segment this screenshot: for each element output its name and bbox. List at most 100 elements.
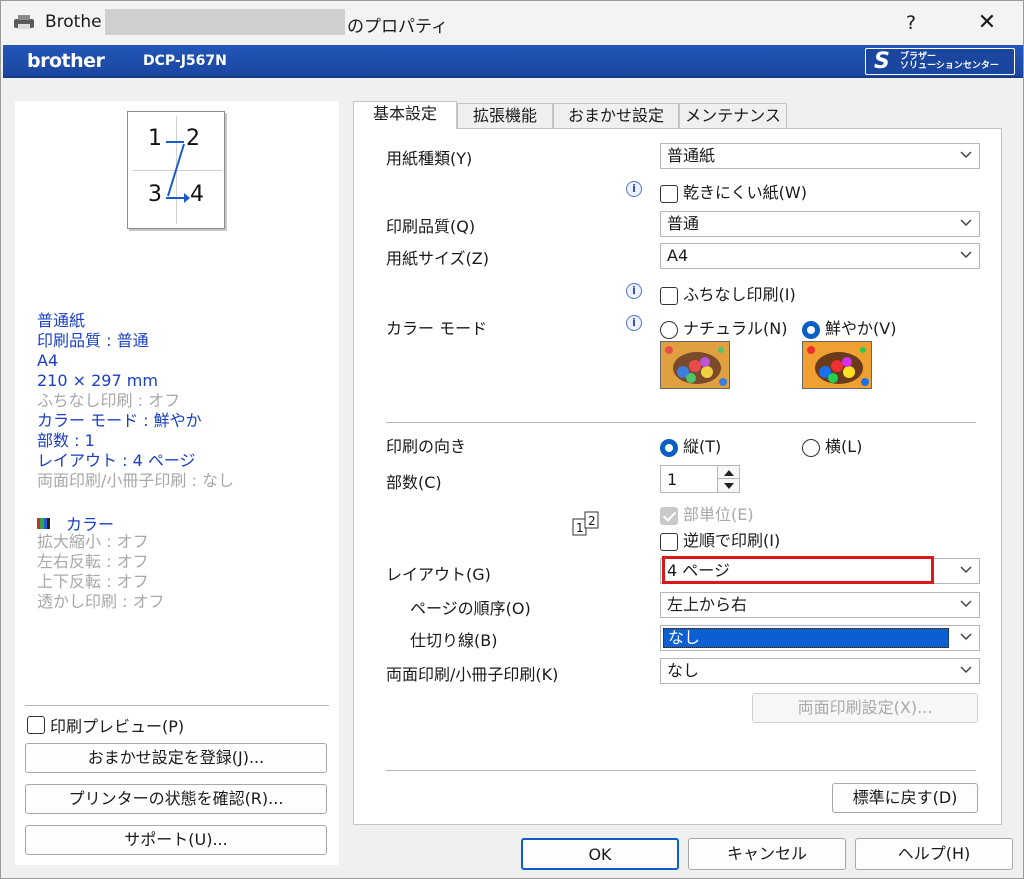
summary-color-mode: カラー モード : 鮮やか (37, 411, 202, 430)
collate-icon: 1 2 (572, 511, 599, 536)
borderless-checkbox[interactable] (660, 286, 678, 305)
spin-up-button[interactable] (717, 466, 739, 479)
collate-option[interactable]: 部単位(E) (660, 501, 754, 525)
solution-center-label-2: ソリューションセンター (900, 61, 999, 71)
left-divider (25, 705, 329, 706)
svg-text:2: 2 (588, 514, 596, 528)
tab-presets[interactable]: おまかせ設定 (553, 103, 679, 129)
printer-properties-dialog: Brothe のプロパティ ? ✕ brother DCP-J567N S ブラ… (0, 0, 1024, 879)
duplex-value: なし (667, 661, 700, 680)
paper-size-select[interactable]: A4 (660, 243, 980, 269)
chevron-down-icon (960, 251, 972, 259)
print-preview-checkbox[interactable] (27, 716, 45, 734)
landscape-radio[interactable] (802, 438, 820, 457)
help-button[interactable]: ヘルプ(H) (855, 838, 1013, 870)
copies-value: 1 (667, 470, 678, 489)
brand-bar: brother DCP-J567N S ブラザー ソリューションセンター (3, 45, 1023, 78)
page-order-value: 左上から右 (667, 595, 748, 614)
summary-watermark: 透かし印刷 : オフ (37, 592, 165, 611)
printer-status-button[interactable]: プリンターの状態を確認(R)... (25, 784, 327, 814)
bottom-divider (386, 770, 976, 771)
duplex-settings-button[interactable]: 両面印刷設定(X)... (752, 693, 978, 723)
info-icon[interactable]: i (626, 283, 642, 299)
summary-paper-type: 普通紙 (37, 311, 86, 330)
landscape-option[interactable]: 横(L) (802, 433, 862, 457)
summary-copies: 部数 : 1 (37, 431, 95, 450)
paper-type-select[interactable]: 普通紙 (660, 143, 980, 169)
page-order-label: ページの順序(O) (410, 599, 531, 618)
print-preview-label: 印刷プレビュー(P) (50, 717, 185, 736)
info-icon[interactable]: i (626, 181, 642, 197)
copies-spinner[interactable]: 1 (660, 465, 740, 493)
summary-quality: 印刷品質 : 普通 (37, 331, 149, 350)
summary-scaling: 拡大縮小 : オフ (37, 532, 149, 551)
natural-label: ナチュラル(N) (683, 319, 788, 338)
info-icon[interactable]: i (626, 315, 642, 331)
reverse-order-option[interactable]: 逆順で印刷(I) (660, 527, 780, 551)
vivid-option[interactable]: 鮮やか(V) (802, 315, 896, 339)
collate-checkbox[interactable] (660, 506, 678, 525)
settings-summary-panel: 1 2 3 4 普通紙 印刷品質 : 普通 A4 210 × 297 mm ふち… (15, 101, 339, 865)
reverse-order-checkbox[interactable] (660, 532, 678, 551)
paper-type-value: 普通紙 (667, 146, 716, 165)
border-line-select[interactable]: なし (660, 625, 980, 651)
vivid-sample-image (802, 341, 872, 389)
copies-label: 部数(C) (386, 473, 442, 492)
portrait-radio[interactable] (660, 438, 678, 457)
printer-icon (14, 15, 34, 29)
highlight-box (662, 556, 934, 584)
basic-settings-panel: 用紙種類(Y) 普通紙 i 乾きにくい紙(W) 印刷品質(Q) 普通 用紙サイズ… (353, 128, 1002, 825)
page-order-select[interactable]: 左上から右 (660, 592, 980, 618)
paper-type-label: 用紙種類(Y) (386, 149, 473, 168)
summary-dimensions: 210 × 297 mm (37, 371, 158, 390)
natural-sample-image (660, 341, 730, 389)
quality-value: 普通 (667, 214, 700, 233)
triangle-down-icon (724, 483, 734, 489)
summary-borderless: ふちなし印刷 : オフ (37, 391, 181, 410)
redacted-printer-name (105, 9, 345, 35)
portrait-option[interactable]: 縦(T) (660, 433, 721, 457)
help-title-button[interactable]: ? (899, 9, 923, 37)
cancel-button[interactable]: キャンセル (688, 838, 846, 870)
spin-down-button[interactable] (717, 479, 739, 492)
close-button[interactable]: ✕ (967, 7, 1007, 39)
vivid-radio[interactable] (802, 320, 820, 339)
summary-list: 普通紙 印刷品質 : 普通 A4 210 × 297 mm ふちなし印刷 : オ… (37, 311, 234, 491)
solution-center-button[interactable]: S ブラザー ソリューションセンター (865, 48, 1015, 75)
quality-label: 印刷品質(Q) (386, 217, 476, 236)
summary-paper-size: A4 (37, 351, 59, 370)
natural-option[interactable]: ナチュラル(N) (660, 315, 787, 339)
color-swatch-icon (37, 517, 50, 529)
slow-dry-option[interactable]: 乾きにくい紙(W) (660, 179, 807, 203)
tab-advanced[interactable]: 拡張機能 (457, 103, 553, 129)
quality-select[interactable]: 普通 (660, 211, 980, 237)
color-mode-label: カラー モード (386, 319, 488, 338)
ok-button[interactable]: OK (521, 838, 679, 870)
section-divider (386, 422, 976, 423)
summary-duplex: 両面印刷/小冊子印刷 : なし (37, 471, 234, 490)
landscape-label: 横(L) (825, 437, 863, 456)
orientation-label: 印刷の向き (386, 437, 467, 456)
summary-mirror: 左右反転 : オフ (37, 552, 149, 571)
tab-maintenance[interactable]: メンテナンス (679, 103, 787, 129)
slow-dry-label: 乾きにくい紙(W) (683, 183, 807, 202)
duplex-select[interactable]: なし (660, 658, 980, 684)
summary-reverse: 上下反転 : オフ (37, 572, 149, 591)
svg-text:1: 1 (576, 521, 584, 535)
border-line-label: 仕切り線(B) (410, 631, 498, 650)
register-preset-button[interactable]: おまかせ設定を登録(J)... (25, 743, 327, 773)
print-preview-option[interactable]: 印刷プレビュー(P) (27, 713, 184, 737)
chevron-down-icon (960, 633, 972, 641)
support-button[interactable]: サポート(U)... (25, 825, 327, 855)
title-bar: Brothe のプロパティ ? ✕ (1, 1, 1023, 45)
solution-center-icon: S (874, 49, 890, 74)
chevron-down-icon (960, 666, 972, 674)
natural-radio[interactable] (660, 320, 678, 339)
restore-defaults-button[interactable]: 標準に戻す(D) (832, 783, 978, 813)
slow-dry-checkbox[interactable] (660, 184, 678, 203)
window-title-prefix: Brothe (45, 12, 102, 32)
borderless-option[interactable]: ふちなし印刷(I) (660, 281, 796, 305)
chevron-down-icon (960, 219, 972, 227)
tab-basic[interactable]: 基本設定 (353, 101, 457, 129)
chevron-down-icon (960, 151, 972, 159)
